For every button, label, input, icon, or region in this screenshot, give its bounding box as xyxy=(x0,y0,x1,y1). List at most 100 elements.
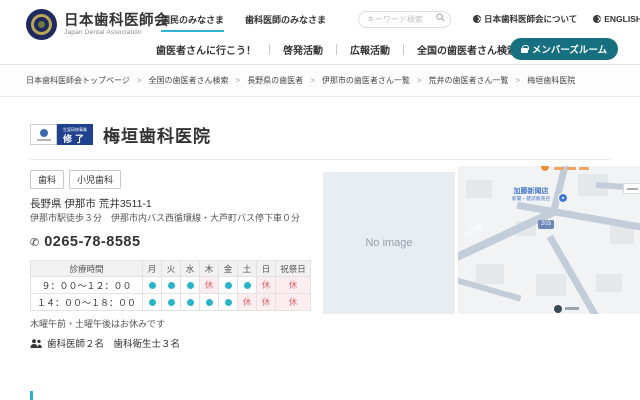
clinic-title-row: 生涯研修事業 修了 梅垣歯科医院 xyxy=(30,122,211,147)
map-road-name: ヶ丘線 xyxy=(461,222,484,240)
map-route-badge: 203 xyxy=(538,220,554,229)
schedule-time-cell: １４：００～１８：００ xyxy=(31,294,143,311)
page-title: 梅垣歯科医院 xyxy=(103,122,211,147)
schedule-header-cell: 日 xyxy=(257,261,276,277)
schedule-note: 木曜午前・土曜午後はお休みです xyxy=(30,317,165,330)
category-tag: 歯科 xyxy=(30,170,64,189)
category-tag: 小児歯科 xyxy=(69,170,121,189)
nav-primary: 国民のみなさま 歯科医師のみなさま xyxy=(161,13,326,32)
staff-row: 歯科医師２名 歯科衛生士３名 xyxy=(30,336,180,350)
staff-count: 歯科医師２名 歯科衛生士３名 xyxy=(47,336,180,350)
nav-separator xyxy=(269,44,270,55)
clinic-address: 長野県 伊那市 荒井3511-1 xyxy=(30,196,152,211)
map-orange-marker-icon xyxy=(540,166,550,172)
open-dot-icon xyxy=(225,299,232,306)
breadcrumb-separator: > xyxy=(417,76,422,85)
schedule-row: １４：００～１８：００休休休 xyxy=(31,294,311,311)
map-poi[interactable]: 加藤新聞店 新聞・雑誌販売店 xyxy=(496,188,566,206)
open-dot-icon xyxy=(187,299,194,306)
schedule-header-cell: 診療時間 xyxy=(31,261,143,277)
badge-emblem-panel xyxy=(30,124,57,145)
breadcrumb-separator: > xyxy=(236,76,241,85)
breadcrumb: 日本歯科医師会トップページ > 全国の歯医者さん検索 > 長野県の歯医者 > 伊那市の歯医者… xyxy=(26,75,575,86)
search-icon xyxy=(436,13,445,22)
circle-arrow-icon xyxy=(473,15,481,23)
logo[interactable]: 日本歯科医師会 Japan Dental Association xyxy=(26,9,169,40)
nav-item[interactable]: 歯医者さんに行こう！ xyxy=(156,42,256,57)
map-mini-label xyxy=(623,183,640,194)
schedule-header-cell: 水 xyxy=(181,261,200,277)
map-label-fragment xyxy=(565,307,579,310)
breadcrumb-bar: 日本歯科医師会トップページ > 全国の歯医者さん検索 > 長野県の歯医者 > 伊那市の歯医者… xyxy=(0,64,640,97)
map-dark-marker-icon xyxy=(554,305,562,313)
breadcrumb-link[interactable]: 日本歯科医師会トップページ xyxy=(26,75,130,86)
open-dot-icon xyxy=(168,299,175,306)
badge-completed-label: 修了 xyxy=(63,135,87,144)
schedule-header-cell: 金 xyxy=(219,261,238,277)
schedule-header-cell: 土 xyxy=(238,261,257,277)
schedule-cell xyxy=(238,277,257,294)
map-building xyxy=(596,274,622,292)
divider xyxy=(30,159,610,160)
jda-emblem-icon xyxy=(26,9,57,40)
section-heading-bar xyxy=(30,391,33,400)
map-label-fragment xyxy=(579,167,589,170)
schedule-cell: 休 xyxy=(276,277,311,294)
lock-icon xyxy=(521,48,528,53)
schedule-cell: 休 xyxy=(238,294,257,311)
nav-item[interactable]: 歯科医師のみなさま xyxy=(245,13,326,32)
open-dot-icon xyxy=(168,282,175,289)
clinic-access: 伊那市駅徒歩３分 伊那市内バス西循環線・大芦町バス停下車０分 xyxy=(30,211,300,224)
phone-row: ✆ 0265-78-8585 xyxy=(30,234,141,250)
schedule-header-cell: 祝祭日 xyxy=(276,261,311,277)
schedule-cell xyxy=(219,294,238,311)
map-building xyxy=(466,180,492,198)
nav-item[interactable]: 国民のみなさま xyxy=(161,13,224,32)
badge-emblem-icon xyxy=(40,129,48,137)
nav-item[interactable]: 広報活動 xyxy=(350,42,390,57)
open-dot-icon xyxy=(149,299,156,306)
schedule-header-cell: 火 xyxy=(162,261,181,277)
breadcrumb-link: 梅垣歯科医院 xyxy=(527,75,575,86)
schedule-header-cell: 月 xyxy=(143,261,162,277)
phone-number: 0265-78-8585 xyxy=(44,234,140,250)
nav-item[interactable]: 啓発活動 xyxy=(283,42,323,57)
map-building xyxy=(476,264,504,284)
utility-links: 日本歯科医師会について ENGLISH xyxy=(473,13,640,25)
schedule-cell xyxy=(181,277,200,294)
map[interactable]: ヶ丘線 203 加藤新聞店 新聞・雑誌販売店 xyxy=(458,166,640,314)
schedule-cell xyxy=(181,294,200,311)
open-dot-icon xyxy=(225,282,232,289)
members-room-label: メンバーズルーム xyxy=(532,42,607,56)
badge-program-label: 生涯研修事業 xyxy=(63,128,87,132)
page: 日本歯科医師会 Japan Dental Association 国民のみなさま… xyxy=(0,0,640,400)
breadcrumb-separator: > xyxy=(310,76,315,85)
schedule-time-cell: ９：００～１２：００ xyxy=(31,277,143,294)
members-room-button[interactable]: メンバーズルーム xyxy=(510,38,618,60)
phone-icon: ✆ xyxy=(30,236,39,249)
badge-text-bar xyxy=(37,139,51,141)
search-box xyxy=(358,9,451,26)
schedule-head-row: 診療時間月火水木金土日祝祭日 xyxy=(31,261,311,277)
open-dot-icon xyxy=(149,282,156,289)
logo-title: 日本歯科医師会 xyxy=(64,13,169,30)
breadcrumb-link[interactable]: 荒井の歯医者さん一覧 xyxy=(429,75,509,86)
map-label-fragment xyxy=(567,167,576,170)
breadcrumb-link[interactable]: 長野県の歯医者 xyxy=(247,75,303,86)
schedule-body: ９：００～１２：００休休休１４：００～１８：００休休休 xyxy=(31,277,311,311)
schedule-cell xyxy=(162,294,181,311)
nav-item[interactable]: 全国の歯医者さん検索 xyxy=(417,42,517,57)
schedule-cell xyxy=(219,277,238,294)
open-dot-icon xyxy=(244,282,251,289)
nav-separator xyxy=(336,44,337,55)
schedule-table: 診療時間月火水木金土日祝祭日 ９：００～１２：００休休休１４：００～１８：００休… xyxy=(30,260,311,311)
utility-link[interactable]: ENGLISH xyxy=(593,13,640,25)
schedule-cell: 休 xyxy=(200,277,219,294)
utility-link[interactable]: 日本歯科医師会について xyxy=(473,13,577,25)
schedule-cell xyxy=(143,294,162,311)
logo-subtitle: Japan Dental Association xyxy=(64,29,169,36)
breadcrumb-link[interactable]: 伊那市の歯医者さん一覧 xyxy=(322,75,410,86)
breadcrumb-link[interactable]: 全国の歯医者さん検索 xyxy=(149,75,229,86)
training-completion-badge: 生涯研修事業 修了 xyxy=(30,124,93,145)
map-poi-icon xyxy=(558,193,568,203)
